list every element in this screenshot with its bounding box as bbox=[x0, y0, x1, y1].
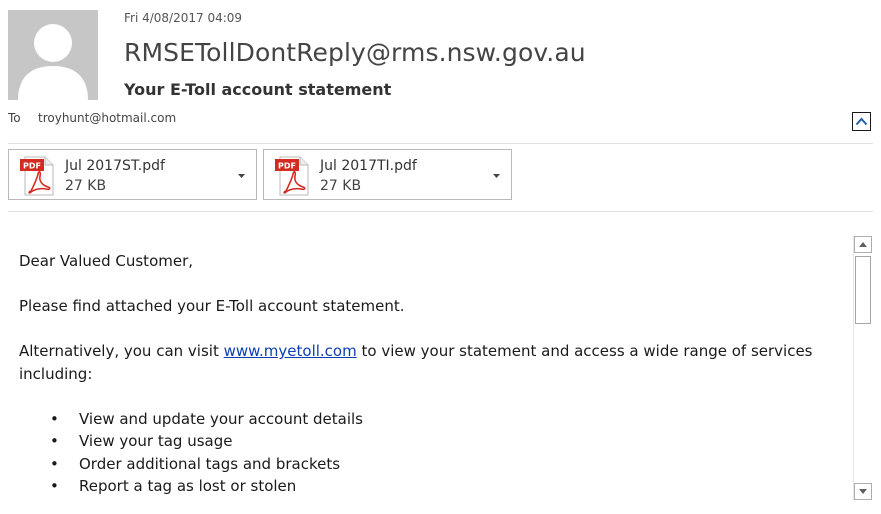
list-item-text: View and update your account details bbox=[79, 409, 363, 428]
list-item: • View your tag usage bbox=[50, 432, 233, 450]
sender-avatar bbox=[8, 10, 98, 100]
attachment-2[interactable]: PDF Jul 2017TI.pdf 27 KB bbox=[263, 149, 512, 200]
list-item-text: Report a tag as lost or stolen bbox=[79, 477, 297, 495]
list-item: • Order additional tags and brackets bbox=[50, 454, 341, 473]
scroll-up-icon bbox=[859, 242, 867, 247]
sender-address[interactable]: RMSETollDontReply@rms.nsw.gov.au bbox=[124, 38, 586, 67]
collapse-header-button[interactable] bbox=[852, 112, 871, 131]
caret-down-icon bbox=[237, 174, 245, 178]
person-silhouette-icon bbox=[18, 24, 88, 100]
list-item: • View and update your account details bbox=[50, 409, 363, 428]
attachment-1[interactable]: PDF Jul 2017ST.pdf 27 KB bbox=[8, 149, 257, 200]
list-item-text: View your tag usage bbox=[79, 432, 233, 450]
email-subject: Your E-Toll account statement bbox=[124, 80, 392, 99]
caret-down-icon bbox=[492, 174, 500, 178]
received-date: Fri 4/08/2017 04:09 bbox=[124, 11, 243, 25]
body-paragraph-2: Alternatively, you can visit www.myetoll… bbox=[19, 340, 839, 385]
attachment-size: 27 KB bbox=[320, 178, 362, 194]
scroll-down-icon bbox=[859, 489, 867, 494]
scroll-down-button[interactable] bbox=[854, 483, 872, 500]
greeting: Dear Valued Customer, bbox=[19, 252, 194, 270]
myetoll-link[interactable]: www.myetoll.com bbox=[224, 342, 357, 360]
recipient-address[interactable]: troyhunt@hotmail.com bbox=[38, 111, 176, 125]
attachment-size: 27 KB bbox=[65, 178, 107, 194]
to-label: To bbox=[8, 111, 21, 125]
attachments-divider bbox=[8, 211, 873, 212]
message-body: Dear Valued Customer, Please find attach… bbox=[19, 250, 839, 498]
scroll-up-button[interactable] bbox=[854, 236, 872, 253]
scrollbar-thumb[interactable] bbox=[855, 256, 871, 324]
vertical-scrollbar[interactable] bbox=[853, 236, 872, 500]
list-item-text: Order additional tags and brackets bbox=[79, 454, 341, 473]
attachment-menu-button[interactable] bbox=[235, 170, 247, 182]
body-paragraph-1: Please find attached your E-Toll account… bbox=[19, 297, 405, 315]
header-divider bbox=[8, 143, 873, 144]
body-paragraph-2-prefix: Alternatively, you can visit bbox=[19, 342, 224, 360]
attachment-menu-button[interactable] bbox=[490, 170, 502, 182]
services-list: • View and update your account details • V… bbox=[19, 408, 839, 498]
list-item: • Report a tag as lost or stolen bbox=[50, 477, 297, 495]
pdf-icon: PDF bbox=[275, 156, 309, 196]
chevron-up-icon bbox=[855, 117, 868, 126]
attachment-name: Jul 2017ST.pdf bbox=[65, 158, 165, 174]
pdf-icon-label: PDF bbox=[278, 162, 296, 171]
pdf-icon-label: PDF bbox=[23, 162, 41, 171]
pdf-icon: PDF bbox=[20, 156, 54, 196]
attachment-name: Jul 2017TI.pdf bbox=[320, 158, 417, 174]
